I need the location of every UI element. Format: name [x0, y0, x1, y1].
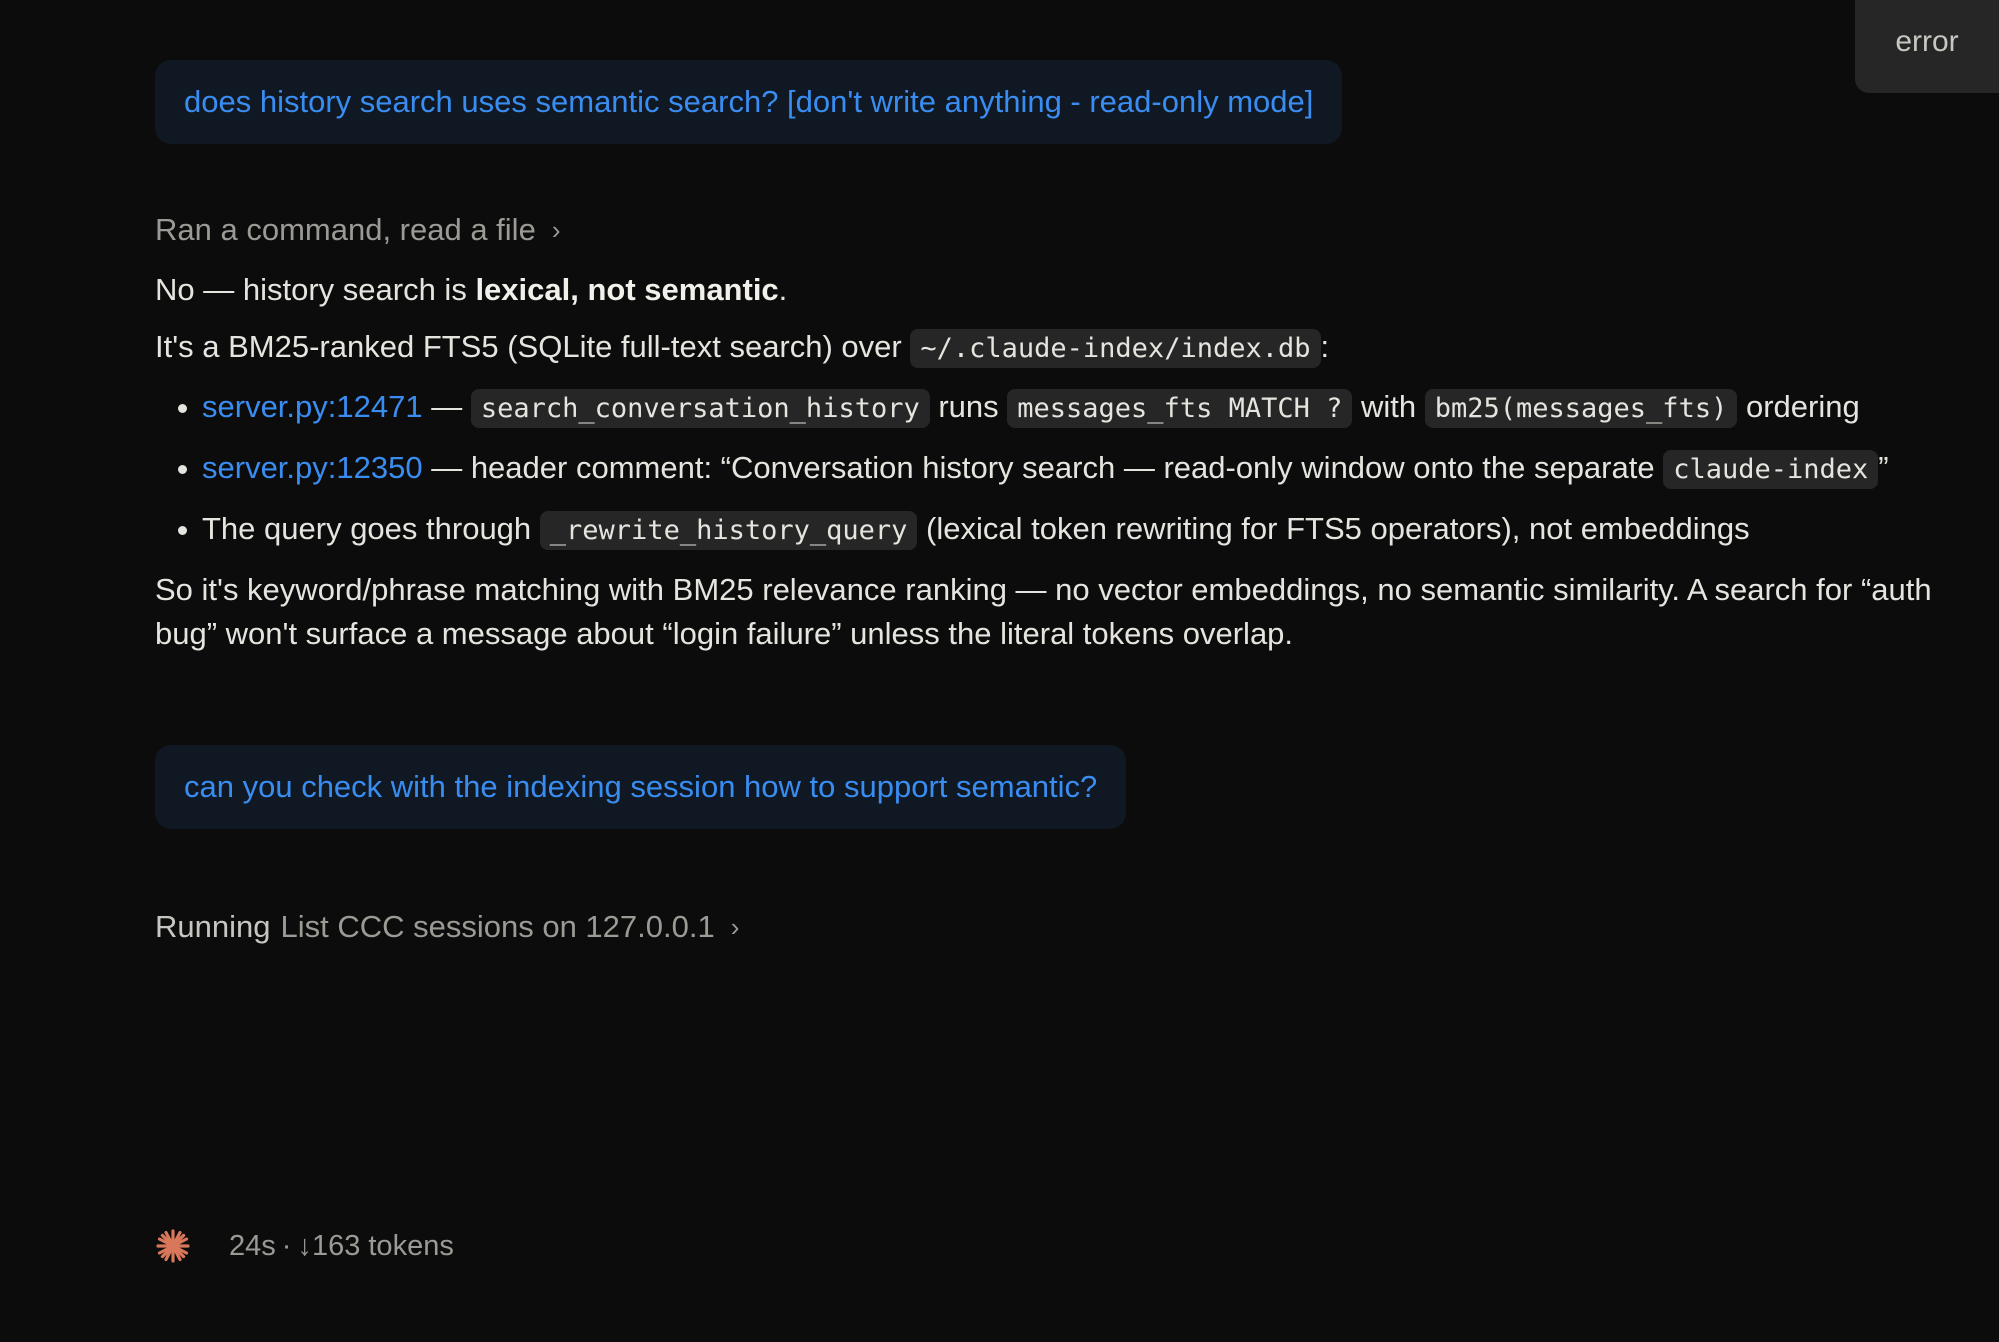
status-separator: ·	[281, 1229, 292, 1262]
answer-line-1: No — history search is lexical, not sema…	[155, 272, 788, 307]
answer-bold: lexical, not semantic	[475, 272, 779, 307]
tool-running-toggle[interactable]: Running List CCC sessions on 127.0.0.1 ›	[155, 907, 739, 947]
answer-closing: So it's keyword/phrase matching with BM2…	[155, 572, 1932, 651]
answer-line-2: It's a BM25-ranked FTS5 (SQLite full-tex…	[155, 325, 1999, 371]
status-bar: 24s · ↓ 163 tokens	[155, 1228, 454, 1264]
conversation: does history search uses semantic search…	[155, 60, 1999, 947]
status-elapsed: 24s	[229, 1229, 276, 1262]
list-item: The query goes through _rewrite_history_…	[155, 507, 1999, 553]
status-tokens: 163 tokens	[311, 1229, 454, 1262]
tool-running-detail: List CCC sessions on 127.0.0.1	[280, 909, 715, 944]
inline-code: search_conversation_history	[470, 389, 930, 428]
source-link[interactable]: server.py:12471	[202, 389, 423, 424]
user-message: can you check with the indexing session …	[155, 745, 1127, 829]
inline-code: _rewrite_history_query	[539, 511, 918, 550]
inline-code: bm25(messages_fts)	[1424, 389, 1738, 428]
inline-code: messages_fts MATCH ?	[1007, 389, 1353, 428]
down-arrow-icon: ↓	[297, 1229, 312, 1262]
source-link[interactable]: server.py:12350	[202, 450, 423, 485]
inline-code: claude-index	[1663, 450, 1879, 489]
chevron-right-icon: ›	[730, 912, 740, 942]
list-item: server.py:12471 — search_conversation_hi…	[155, 385, 1999, 431]
spinner-spark-icon	[155, 1228, 191, 1264]
tool-summary-toggle[interactable]: Ran a command, read a file ›	[155, 210, 560, 250]
user-message: does history search uses semantic search…	[155, 60, 1343, 144]
inline-code-path: ~/.claude-index/index.db	[910, 329, 1321, 368]
user-message-text: can you check with the indexing session …	[184, 769, 1098, 804]
error-label: error	[1895, 24, 1959, 58]
list-item: server.py:12350 — header comment: “Conve…	[155, 446, 1999, 492]
answer-bullets: server.py:12471 — search_conversation_hi…	[155, 385, 1999, 553]
chevron-right-icon: ›	[551, 215, 561, 245]
tool-summary-label: Ran a command, read a file	[155, 212, 536, 247]
user-message-text: does history search uses semantic search…	[184, 84, 1314, 119]
tool-running-label: Running	[155, 909, 271, 944]
